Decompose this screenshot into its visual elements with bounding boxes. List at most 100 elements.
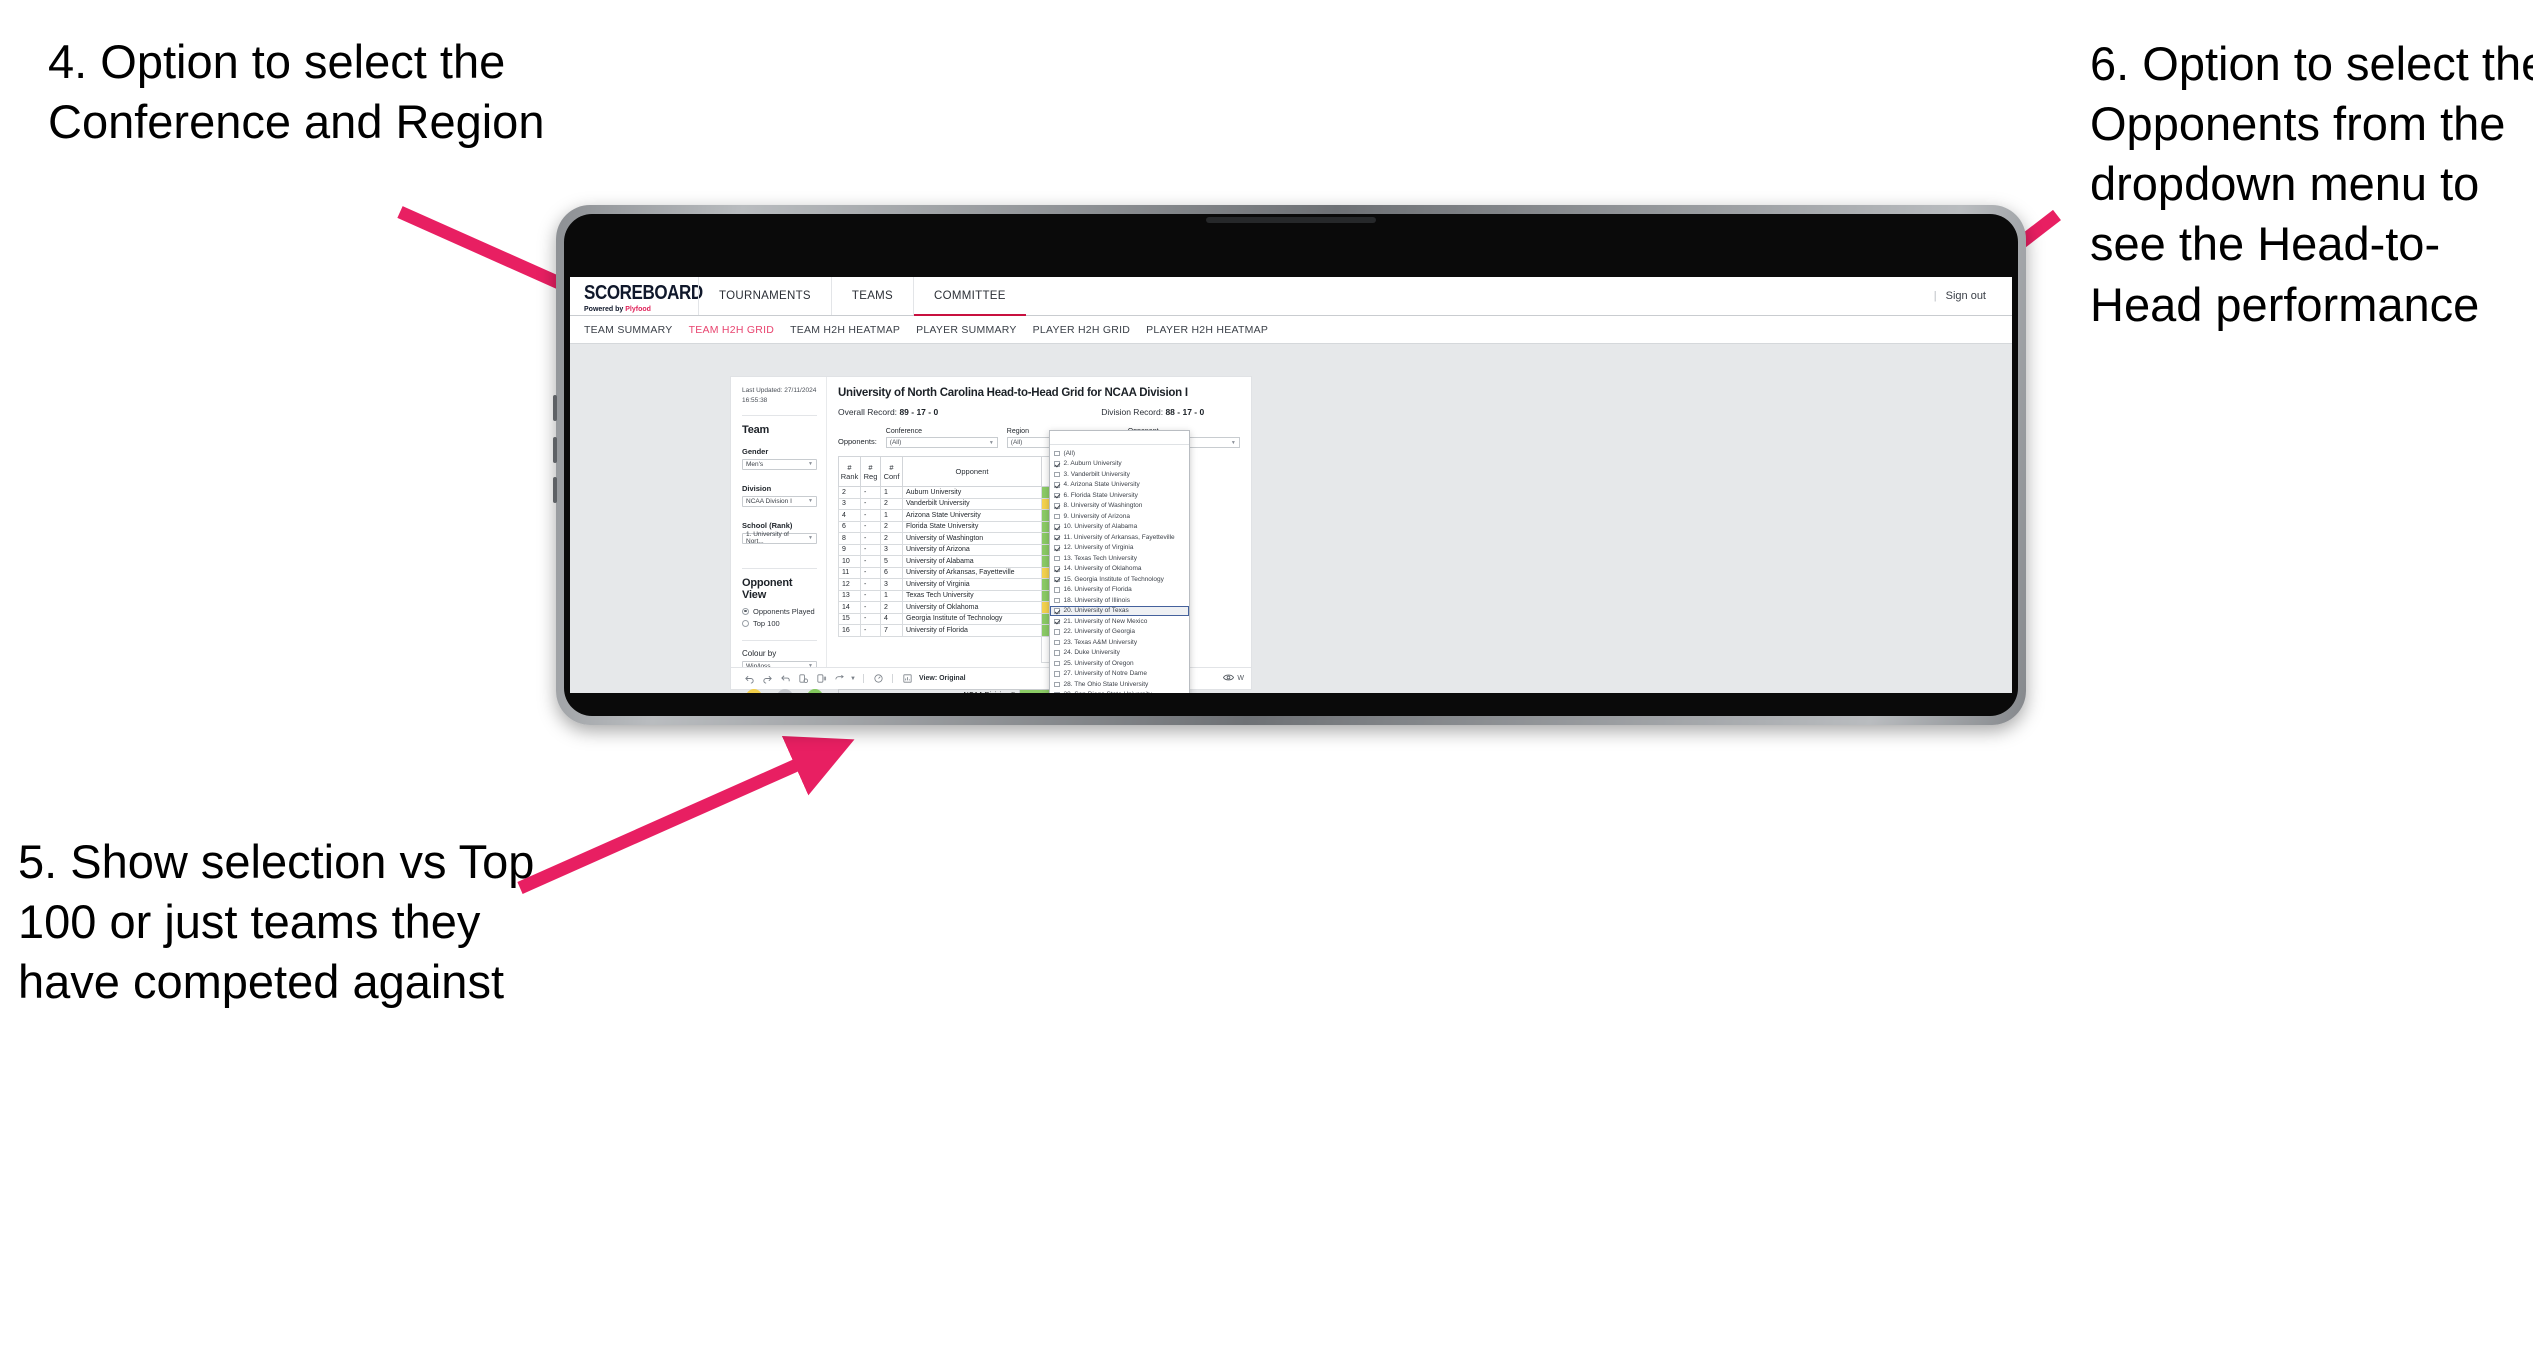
opponent-search-input[interactable] — [1050, 431, 1189, 445]
checkbox-icon[interactable] — [1054, 450, 1060, 456]
opponent-option[interactable]: 13. Texas Tech University — [1050, 553, 1189, 564]
school-select[interactable]: 1. University of Nort... ▼ — [742, 531, 817, 545]
opponent-option[interactable]: 22. University of Georgia — [1050, 627, 1189, 638]
subnav-player-h2h-heatmap[interactable]: PLAYER H2H HEATMAP — [1146, 324, 1284, 336]
checkbox-icon[interactable] — [1054, 692, 1060, 693]
division-record-label: Division Record: — [1101, 407, 1164, 417]
opponent-option[interactable]: 14. University of Oklahoma — [1050, 564, 1189, 575]
radio-dot-icon — [742, 607, 749, 615]
checkbox-icon[interactable] — [1054, 660, 1060, 666]
opponent-option[interactable]: (All) — [1050, 448, 1189, 459]
subnav-team-h2h-grid[interactable]: TEAM H2H GRID — [689, 324, 791, 336]
division-record: Division Record: 88 - 17 - 0 — [1101, 407, 1204, 417]
radio-opponents-played[interactable]: Opponents Played — [742, 607, 817, 616]
pause-auto-update-icon[interactable] — [812, 670, 830, 688]
opponent-option[interactable]: 12. University of Virginia — [1050, 543, 1189, 554]
checkbox-icon[interactable] — [1054, 618, 1060, 624]
subnav-player-h2h-grid[interactable]: PLAYER H2H GRID — [1033, 324, 1147, 336]
cell-opponent: Florida State University — [902, 520, 1042, 533]
opponent-option[interactable]: 4. Arizona State University — [1050, 480, 1189, 491]
brand-logo[interactable]: SCOREBOARD Powered by Plyfood — [570, 277, 703, 315]
cell-rank: 8 — [838, 532, 861, 545]
opponent-option[interactable]: 21. University of New Mexico — [1050, 616, 1189, 627]
checkbox-icon[interactable] — [1054, 650, 1060, 656]
opponent-option[interactable]: 16. University of Florida — [1050, 585, 1189, 596]
revert-icon[interactable] — [776, 670, 794, 688]
cell-rank: 4 — [838, 509, 861, 522]
col-conf-top: # — [889, 462, 894, 472]
col-reg-bottom: Reg — [863, 471, 878, 481]
checkbox-icon[interactable] — [1054, 587, 1060, 593]
sign-out-link[interactable]: Sign out — [1946, 290, 1986, 302]
checkbox-icon[interactable] — [1054, 482, 1060, 488]
cell-conf: 2 — [880, 520, 903, 533]
colour-by-label: Colour by — [742, 648, 777, 658]
tablet-side-button — [553, 395, 557, 421]
pause-timer-icon[interactable] — [869, 670, 887, 688]
radio-top-100[interactable]: Top 100 — [742, 619, 817, 628]
checkbox-icon[interactable] — [1054, 608, 1060, 614]
checkbox-icon[interactable] — [1054, 566, 1060, 572]
gender-select[interactable]: Men's ▼ — [742, 458, 817, 470]
cell-opponent: University of Arkansas, Fayetteville — [902, 566, 1042, 579]
opponent-option[interactable]: 27. University of Notre Dame — [1050, 669, 1189, 680]
watch-label[interactable]: W — [1237, 675, 1244, 682]
checkbox-icon[interactable] — [1054, 576, 1060, 582]
opponent-dropdown-menu[interactable]: (All) 2. Auburn University 3. Vanderbilt U… — [1049, 430, 1190, 693]
undo-icon[interactable] — [740, 670, 758, 688]
camera-notch-icon — [1206, 217, 1376, 223]
checkbox-icon[interactable] — [1054, 597, 1060, 603]
checkbox-icon[interactable] — [1054, 534, 1060, 540]
checkbox-icon[interactable] — [1054, 503, 1060, 509]
checkbox-icon[interactable] — [1054, 545, 1060, 551]
opponent-option[interactable]: 15. Georgia Institute of Technology — [1050, 574, 1189, 585]
checkbox-icon[interactable] — [1054, 671, 1060, 677]
opponent-option[interactable]: 28. The Ohio State University — [1050, 679, 1189, 690]
nav-item-committee[interactable]: COMMITTEE — [913, 277, 1026, 316]
nav-item-teams[interactable]: TEAMS — [830, 277, 913, 315]
checkbox-icon[interactable] — [1054, 639, 1060, 645]
opponent-option[interactable]: 24. Duke University — [1050, 648, 1189, 659]
col-conf: # Conf — [880, 456, 903, 487]
chevron-down-icon[interactable]: ▼ — [848, 670, 858, 688]
checkbox-icon[interactable] — [1054, 629, 1060, 635]
conference-select[interactable]: (All) ▼ — [885, 437, 998, 448]
checkbox-icon[interactable] — [1054, 681, 1060, 687]
checkbox-icon[interactable] — [1054, 461, 1060, 467]
redo-icon[interactable] — [758, 670, 776, 688]
opponent-option[interactable]: 3. Vanderbilt University — [1050, 469, 1189, 480]
checkbox-icon[interactable] — [1054, 513, 1060, 519]
opponent-option[interactable]: 29. San Diego State University — [1050, 690, 1189, 693]
colour-legend: Down Level Up — [742, 688, 824, 693]
watch-eye-icon[interactable] — [1223, 673, 1235, 684]
opponent-option[interactable]: 8. University of Washington — [1050, 501, 1189, 512]
opponent-option[interactable]: 9. University of Arizona — [1050, 511, 1189, 522]
subnav-team-h2h-heatmap[interactable]: TEAM H2H HEATMAP — [790, 324, 916, 336]
opponent-option[interactable]: 6. Florida State University — [1050, 490, 1189, 501]
region-value: (All) — [1010, 439, 1023, 446]
checkbox-icon[interactable] — [1054, 524, 1060, 530]
opponent-option[interactable]: 11. University of Arkansas, Fayetteville — [1050, 532, 1189, 543]
opponent-option[interactable]: 25. University of Oregon — [1050, 658, 1189, 669]
opponent-option-label: 16. University of Florida — [1063, 586, 1132, 594]
checkbox-icon[interactable] — [1054, 555, 1060, 561]
opponent-option[interactable]: 10. University of Alabama — [1050, 522, 1189, 533]
opponent-option-label: 14. University of Oklahoma — [1063, 565, 1142, 573]
view-original-icon[interactable] — [898, 670, 916, 688]
opponent-option[interactable]: 18. University of Illinois — [1050, 595, 1189, 606]
opponent-option[interactable]: 20. University of Texas — [1050, 605, 1189, 616]
view-original-label[interactable]: View: Original — [919, 675, 966, 682]
division-select[interactable]: NCAA Division I ▼ — [742, 495, 817, 507]
checkbox-icon[interactable] — [1054, 471, 1060, 477]
checkbox-icon[interactable] — [1054, 492, 1060, 498]
share-icon[interactable] — [830, 670, 848, 688]
refresh-data-icon[interactable] — [794, 670, 812, 688]
nav-item-tournaments[interactable]: TOURNAMENTS — [698, 277, 831, 315]
subnav-team-summary[interactable]: TEAM SUMMARY — [584, 324, 689, 336]
opponent-option[interactable]: 23. Texas A&M University — [1050, 637, 1189, 648]
toolbar-right: W — [1223, 673, 1251, 684]
opponent-option[interactable]: 2. Auburn University — [1050, 459, 1189, 470]
opponent-option-label: 11. University of Arkansas, Fayetteville — [1063, 533, 1175, 541]
subnav-player-summary[interactable]: PLAYER SUMMARY — [916, 324, 1033, 336]
cell-opponent: Arizona State University — [902, 509, 1042, 522]
